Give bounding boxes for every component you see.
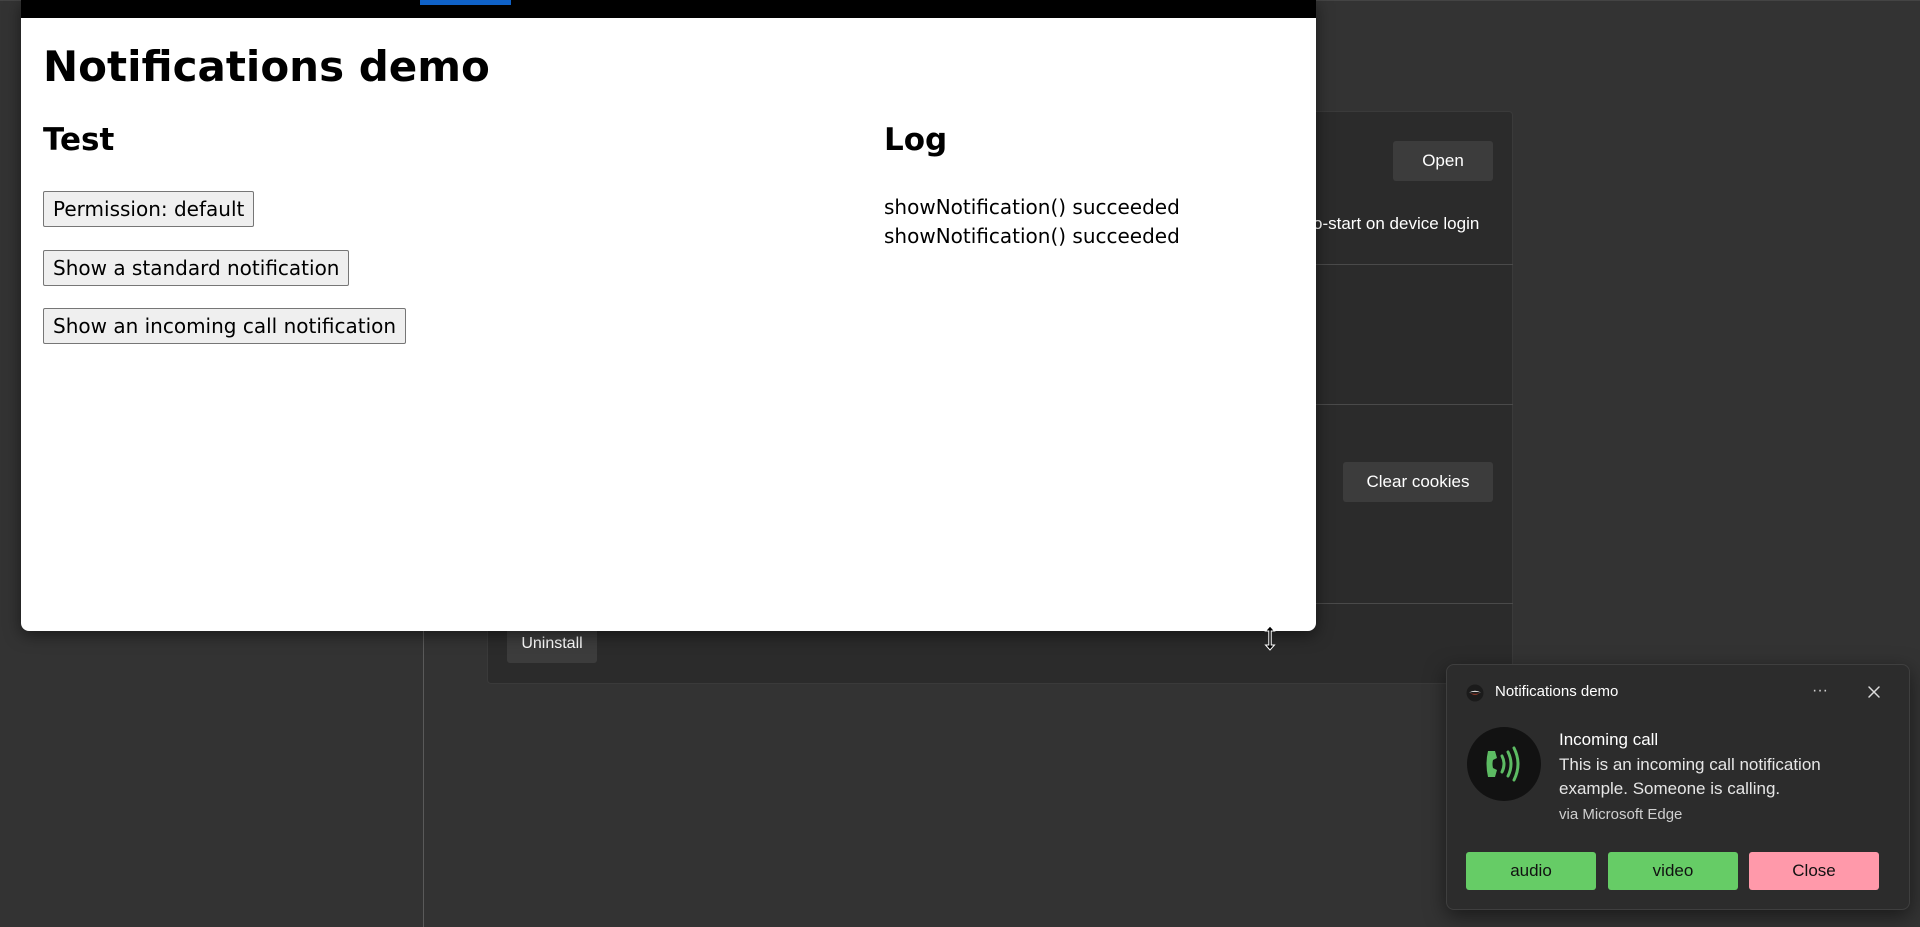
- permission-button[interactable]: Permission: default: [43, 191, 255, 227]
- log-list: showNotification() succeeded showNotific…: [884, 193, 1180, 251]
- toast-body: This is an incoming call notification ex…: [1559, 755, 1821, 798]
- toast-title: Incoming call: [1559, 730, 1659, 749]
- toast-attribution: via Microsoft Edge: [1559, 806, 1683, 823]
- log-entry: showNotification() succeeded: [884, 195, 1180, 219]
- more-icon[interactable]: ···: [1806, 679, 1834, 703]
- close-icon[interactable]: [1863, 681, 1885, 703]
- clear-cookies-button[interactable]: Clear cookies: [1343, 462, 1493, 502]
- open-button[interactable]: Open: [1393, 141, 1493, 181]
- video-button[interactable]: video: [1608, 852, 1738, 890]
- audio-button[interactable]: audio: [1466, 852, 1596, 890]
- incoming-call-toast[interactable]: Notifications demo ··· Incoming call Thi…: [1446, 664, 1910, 910]
- titlebar-accent: [420, 0, 511, 5]
- autostart-label: o-start on device login: [1313, 214, 1480, 233]
- log-heading: Log: [884, 122, 948, 158]
- show-incoming-call-notification-button[interactable]: Show an incoming call notification: [43, 308, 407, 344]
- window-titlebar[interactable]: [21, 0, 1316, 18]
- show-standard-notification-button[interactable]: Show a standard notification: [43, 250, 350, 286]
- phone-ringing-icon: [1467, 727, 1541, 801]
- settings-nav-divider: [423, 620, 424, 927]
- log-entry: showNotification() succeeded: [884, 224, 1180, 248]
- app-logo-icon: [1466, 684, 1484, 702]
- toast-app-name: Notifications demo: [1495, 683, 1619, 700]
- page-title: Notifications demo: [43, 42, 490, 91]
- test-heading: Test: [43, 122, 115, 158]
- notifications-demo-window: Notifications demo Test Permission: defa…: [21, 0, 1316, 631]
- close-button[interactable]: Close: [1749, 852, 1879, 890]
- resize-vertical-cursor-icon: [1264, 625, 1276, 651]
